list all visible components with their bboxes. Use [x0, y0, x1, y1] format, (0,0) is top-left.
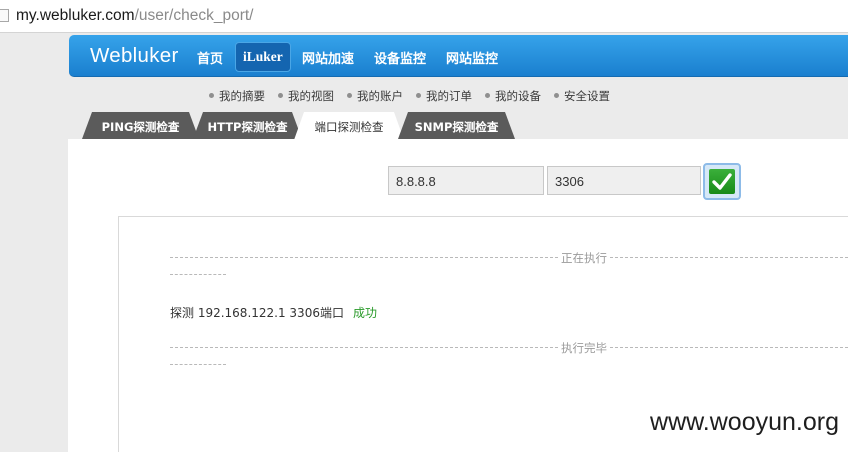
url-host: my.webluker.com — [16, 7, 135, 24]
nav-item-iluker[interactable]: iLuker — [235, 42, 291, 72]
submenu-item-views[interactable]: 我的视图 — [278, 88, 334, 104]
nav-item-site-acceleration[interactable]: 网站加速 — [302, 48, 354, 67]
submenu-item-label: 我的设备 — [495, 89, 541, 103]
divider-line — [170, 364, 226, 365]
bullet-icon — [485, 93, 490, 98]
tab-snmp-check[interactable]: SNMP探测检查 — [398, 112, 515, 139]
submenu-item-label: 安全设置 — [564, 89, 610, 103]
bullet-icon — [554, 93, 559, 98]
check-submit-button[interactable] — [703, 163, 741, 200]
submenu-item-label: 我的账户 — [357, 89, 403, 103]
nav-item-device-monitoring[interactable]: 设备监控 — [374, 48, 426, 67]
submenu-item-label: 我的摘要 — [219, 89, 265, 103]
submenu-item-summary[interactable]: 我的摘要 — [209, 88, 265, 104]
submenu-item-devices[interactable]: 我的设备 — [485, 88, 541, 104]
nav-item-site-monitoring[interactable]: 网站监控 — [446, 48, 498, 67]
page-icon — [0, 9, 9, 22]
check-icon — [709, 169, 735, 194]
submenu-item-account[interactable]: 我的账户 — [347, 88, 403, 104]
address-bar[interactable]: my.webluker.com/user/check_port/ — [0, 0, 848, 33]
main-navbar: Webluker 首页 iLuker 网站加速 设备监控 网站监控 — [69, 35, 848, 77]
tab-port-check[interactable]: 端口探测检查 — [294, 112, 404, 140]
watermark-text: www.wooyun.org — [650, 408, 839, 436]
url-path: /user/check_port/ — [134, 7, 254, 24]
bullet-icon — [347, 93, 352, 98]
bullet-icon — [209, 93, 214, 98]
ip-address-input[interactable]: 8.8.8.8 — [388, 166, 544, 195]
finished-label: 执行完毕 — [559, 340, 609, 356]
brand-logo[interactable]: Webluker — [90, 44, 179, 68]
tab-ping-check[interactable]: PING探测检查 — [82, 112, 199, 139]
divider-line — [170, 347, 848, 348]
bullet-icon — [416, 93, 421, 98]
submenu-item-label: 我的视图 — [288, 89, 334, 103]
nav-item-home[interactable]: 首页 — [197, 48, 223, 67]
submenu-item-label: 我的订单 — [426, 89, 472, 103]
url-field[interactable]: my.webluker.com/user/check_port/ — [16, 7, 254, 25]
submenu-item-orders[interactable]: 我的订单 — [416, 88, 472, 104]
divider-line — [170, 257, 848, 258]
result-line: 探测 192.168.122.1 3306端口 — [170, 306, 344, 320]
port-input[interactable]: 3306 — [547, 166, 701, 195]
status-success: 成功 — [353, 306, 378, 320]
executing-label: 正在执行 — [559, 250, 609, 266]
divider-line — [170, 274, 226, 275]
bullet-icon — [278, 93, 283, 98]
tab-http-check[interactable]: HTTP探测检查 — [193, 112, 302, 139]
submenu-item-security[interactable]: 安全设置 — [554, 88, 610, 104]
